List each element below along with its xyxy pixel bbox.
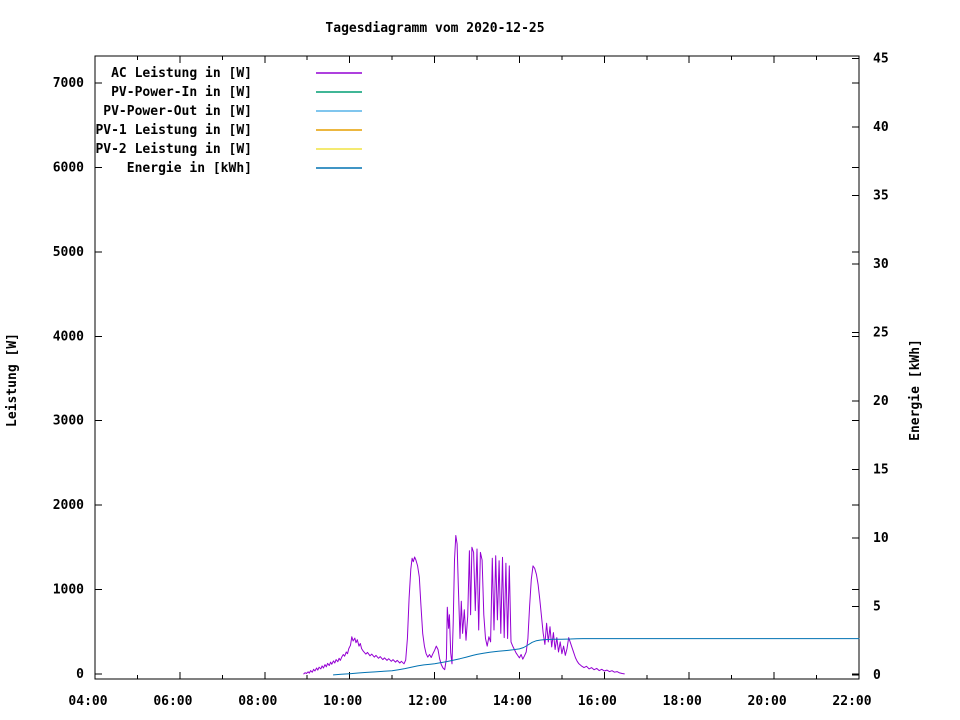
svg-text:2000: 2000	[53, 498, 84, 513]
svg-text:45: 45	[873, 52, 889, 67]
legend-entry-pv-2-leistung-in-w: PV-2 Leistung in [W]	[95, 142, 362, 157]
y2-axis-title: Energie [kWh]	[908, 339, 923, 441]
svg-text:06:00: 06:00	[153, 694, 192, 709]
svg-text:10: 10	[873, 531, 889, 546]
svg-text:18:00: 18:00	[663, 694, 702, 709]
svg-text:5: 5	[873, 599, 881, 614]
legend-entry-ac-leistung-in-w: AC Leistung in [W]	[111, 66, 362, 81]
svg-text:22:00: 22:00	[832, 694, 871, 709]
svg-text:10:00: 10:00	[323, 694, 362, 709]
chart-title: Tagesdiagramm vom 2020-12-25	[325, 21, 544, 36]
svg-text:14:00: 14:00	[493, 694, 532, 709]
legend-label: PV-2 Leistung in [W]	[95, 142, 252, 157]
legend-label: PV-Power-Out in [W]	[103, 104, 252, 119]
legend: AC Leistung in [W] PV-Power-In in [W] PV-P…	[95, 66, 362, 176]
legend-entry-energie-in-kwh: Energie in [kWh]	[127, 161, 362, 176]
svg-text:04:00: 04:00	[68, 694, 107, 709]
legend-entry-pv-power-in-in-w: PV-Power-In in [W]	[111, 85, 362, 100]
legend-label: PV-Power-In in [W]	[111, 85, 252, 100]
svg-text:0: 0	[76, 667, 84, 682]
svg-text:20: 20	[873, 394, 889, 409]
svg-text:6000: 6000	[53, 160, 84, 175]
chart-canvas: Tagesdiagramm vom 2020-12-25 Leistung [W…	[0, 0, 960, 720]
series-line-energie-in-kwh	[333, 638, 860, 676]
svg-text:0: 0	[873, 668, 881, 683]
tagesdiagramm-svg: Tagesdiagramm vom 2020-12-25 Leistung [W…	[5, 21, 923, 709]
legend-label: PV-1 Leistung in [W]	[95, 123, 252, 138]
svg-text:5000: 5000	[53, 245, 84, 260]
series-lines	[303, 535, 860, 676]
svg-text:15: 15	[873, 463, 889, 478]
y2-ticks	[852, 58, 859, 676]
svg-text:30: 30	[873, 257, 889, 272]
legend-entry-pv-1-leistung-in-w: PV-1 Leistung in [W]	[95, 123, 362, 138]
svg-text:35: 35	[873, 189, 889, 204]
x-tick-labels: 04:00 06:00 08:00 10:00 12:00 14:00 16:00 18:00…	[68, 694, 871, 709]
svg-text:25: 25	[873, 326, 889, 341]
svg-text:16:00: 16:00	[578, 694, 617, 709]
y2-tick-labels: 0 5 10 15 20 25 30 35 40 45	[873, 52, 889, 683]
svg-text:12:00: 12:00	[408, 694, 447, 709]
y1-tick-labels: 0 1000 2000 3000 4000 5000 6000 7000	[53, 76, 84, 682]
legend-label: AC Leistung in [W]	[111, 66, 252, 81]
svg-text:20:00: 20:00	[748, 694, 787, 709]
svg-text:40: 40	[873, 120, 889, 135]
svg-text:1000: 1000	[53, 583, 84, 598]
series-line-ac-leistung-in-w	[303, 535, 625, 675]
y1-axis-title: Leistung [W]	[5, 333, 20, 427]
svg-text:7000: 7000	[53, 76, 84, 91]
legend-entry-pv-power-out-in-w: PV-Power-Out in [W]	[103, 104, 362, 119]
svg-text:4000: 4000	[53, 329, 84, 344]
legend-label: Energie in [kWh]	[127, 161, 252, 176]
svg-text:08:00: 08:00	[238, 694, 277, 709]
svg-text:3000: 3000	[53, 414, 84, 429]
